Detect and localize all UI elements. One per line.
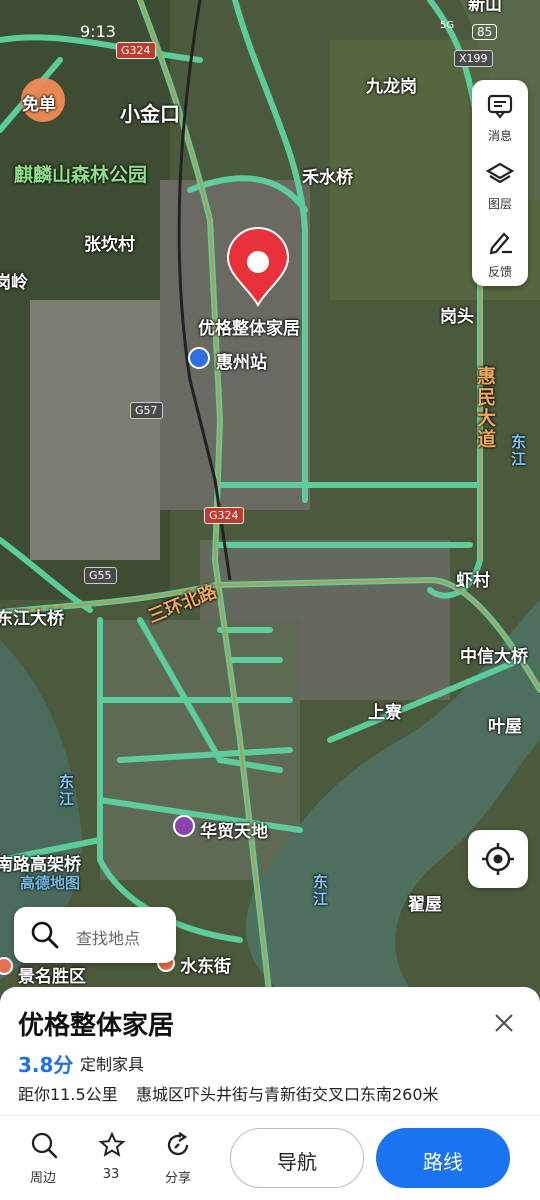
- map-label-diwu[interactable]: 翟屋: [408, 890, 442, 915]
- divider: [0, 1115, 540, 1116]
- search-box[interactable]: 查找地点: [14, 907, 176, 963]
- map-label-xiaojinkou[interactable]: 小金口: [120, 98, 180, 127]
- navigate-button[interactable]: 导航: [230, 1128, 364, 1188]
- map-label-dongjiang-3[interactable]: 东江: [310, 874, 331, 908]
- map-label-xinshan: 新山: [468, 0, 502, 15]
- map-label-huimindadao[interactable]: 惠民大道: [472, 366, 499, 450]
- nearby-label: 周边: [29, 1171, 56, 1186]
- map-label-gangtou[interactable]: 岗头: [440, 302, 474, 327]
- status-time: 9:13: [80, 22, 116, 41]
- marker-label[interactable]: 优格整体家居: [198, 314, 300, 339]
- road-shield-x199: X199: [454, 50, 493, 67]
- share-icon: [167, 1132, 189, 1156]
- layers-icon: [486, 162, 514, 184]
- map-label-yewu[interactable]: 叶屋: [488, 712, 522, 737]
- favorite-count: 33: [102, 1167, 120, 1182]
- close-icon[interactable]: [490, 1009, 518, 1037]
- message-icon: [487, 94, 513, 119]
- map-label-dongjiangdaqiao[interactable]: 东江大桥: [0, 604, 64, 629]
- map-label-huamaotiandi[interactable]: 华贸天地: [200, 817, 268, 842]
- favorite-button[interactable]: 33: [86, 1129, 136, 1189]
- navigate-label: 导航: [277, 1150, 317, 1174]
- map-label-gangling[interactable]: 岗岭: [0, 268, 28, 293]
- status-network: 5G: [440, 20, 455, 31]
- road-shield-g55: G55: [84, 567, 117, 584]
- nearby-button[interactable]: 周边: [18, 1129, 68, 1189]
- map-label-xiacun[interactable]: 虾村: [456, 566, 490, 591]
- feedback-label: 反馈: [487, 265, 512, 279]
- pencil-icon: [489, 232, 512, 255]
- search-placeholder: 查找地点: [76, 929, 141, 948]
- search-icon: [31, 1132, 58, 1159]
- satellite-map[interactable]: [0, 0, 540, 1000]
- battery-indicator: 85: [472, 24, 498, 40]
- map-label-shuidongjie[interactable]: 水东街: [180, 952, 231, 977]
- share-button[interactable]: 分享: [153, 1129, 203, 1189]
- map-watermark: 高德地图: [20, 874, 81, 892]
- messages-button[interactable]: 消息: [472, 84, 528, 150]
- feedback-button[interactable]: 反馈: [472, 220, 528, 286]
- poi-address: 惠城区吓头井街与青新街交叉口东南260米: [136, 1085, 439, 1104]
- map-tools-panel: 消息 图层 反馈: [472, 80, 528, 286]
- road-shield-g324: G324: [116, 42, 156, 59]
- free-badge[interactable]: 免单: [22, 90, 56, 115]
- map-label-dongjiang-2[interactable]: 东江: [56, 774, 77, 808]
- share-label: 分享: [164, 1171, 191, 1186]
- map-label-zhongxindaqiao[interactable]: 中信大桥: [460, 642, 528, 667]
- star-icon: [98, 1131, 126, 1157]
- map-label-dongjiang-1[interactable]: 东江: [508, 434, 529, 468]
- route-button[interactable]: 路线: [376, 1128, 510, 1188]
- map-label-zhangkancun[interactable]: 张坎村: [84, 230, 135, 255]
- layers-button[interactable]: 图层: [472, 152, 528, 218]
- map-label-huizhouzhan[interactable]: 惠州站: [216, 348, 267, 373]
- messages-label: 消息: [487, 129, 512, 143]
- route-label: 路线: [423, 1150, 463, 1174]
- poi-category: 定制家具: [80, 1055, 145, 1074]
- poi-distance: 距你11.5公里: [18, 1085, 118, 1104]
- layers-label: 图层: [487, 197, 512, 211]
- poi-title: 优格整体家居: [18, 1011, 175, 1041]
- poi-rating: 3.8分: [18, 1053, 74, 1077]
- crosshair-icon: [482, 843, 514, 875]
- map-label-jiulonggang[interactable]: 九龙岗: [366, 72, 417, 97]
- poi-detail-sheet: 优格整体家居 3.8分 定制家具 距你11.5公里 惠城区吓头井街与青新街交叉口…: [0, 987, 540, 1200]
- map-label-hesuiqiao[interactable]: 禾水桥: [302, 163, 353, 188]
- map-label-qilinshan[interactable]: 麒麟山森林公园: [14, 160, 147, 187]
- map-label-jingmingshengqu[interactable]: 景名胜区: [18, 962, 86, 987]
- road-shield-g57: G57: [130, 402, 163, 419]
- road-shield-g324-2: G324: [204, 507, 244, 524]
- locate-me-button[interactable]: [468, 830, 528, 888]
- map-label-shangliao[interactable]: 上寮: [368, 698, 402, 723]
- search-icon: [31, 921, 59, 949]
